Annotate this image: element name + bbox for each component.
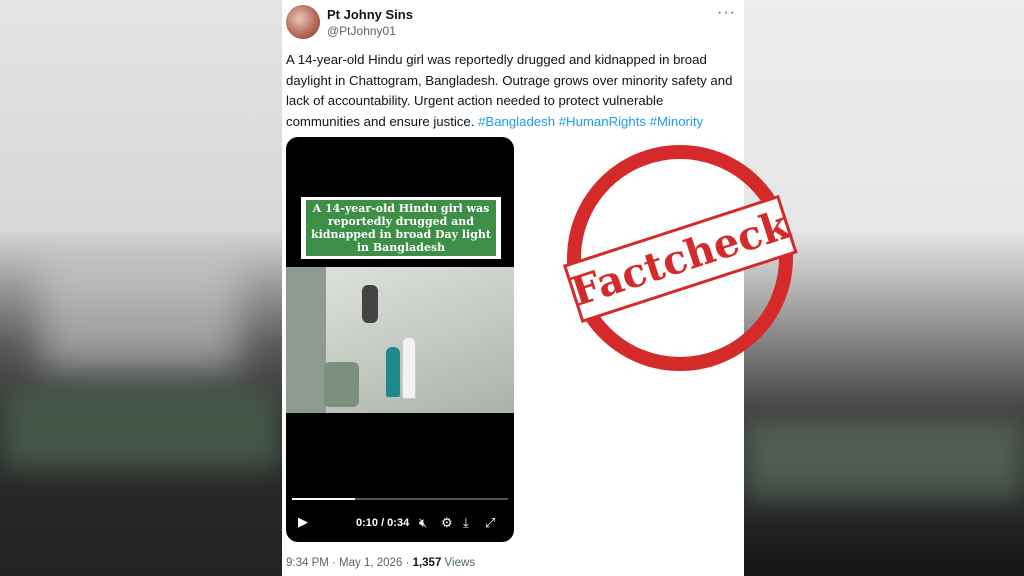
mute-icon[interactable]: 🔇︎ — [419, 515, 427, 531]
hashtags[interactable]: #Bangladesh #HumanRights #Minority — [478, 114, 703, 129]
settings-icon[interactable]: ⚙ — [441, 515, 453, 531]
motorbike — [362, 285, 378, 323]
video-time: 0:10 / 0:34 — [356, 517, 410, 529]
video-frame — [286, 267, 514, 413]
view-count: 1,357 — [412, 557, 442, 569]
author-name[interactable]: Pt Johny Sins — [327, 7, 413, 22]
video-progress-bar[interactable] — [292, 498, 508, 500]
views-label: Views — [444, 557, 476, 569]
fullscreen-icon[interactable]: ⤢ — [485, 515, 495, 531]
tweet-text: A 14-year-old Hindu girl was reportedly … — [286, 50, 738, 132]
tweet-meta: 9:34 PM · May 1, 2026 · 1,357 Views — [286, 557, 475, 569]
person-figure — [386, 347, 400, 397]
play-icon[interactable]: ▶ — [298, 514, 308, 530]
video-progress-fill — [292, 498, 355, 500]
person-figure — [402, 337, 416, 399]
video-player[interactable]: A 14-year-old Hindu girl was reportedly … — [286, 137, 514, 542]
video-caption-box: A 14-year-old Hindu girl was reportedly … — [301, 197, 501, 259]
factcheck-stamp: Factcheck — [562, 145, 798, 371]
author-handle[interactable]: @PtJohny01 — [327, 24, 396, 38]
minimize-icon[interactable]: ⤓ — [463, 515, 469, 531]
avatar[interactable] — [286, 5, 320, 39]
video-controls: ▶ 0:10 / 0:34 🔇︎ ⚙ ⤓ ⤢ — [286, 512, 514, 536]
more-options-icon[interactable]: ··· — [717, 4, 736, 22]
background-left-blur — [0, 0, 282, 576]
video-caption: A 14-year-old Hindu girl was reportedly … — [306, 200, 496, 256]
tweet-timestamp[interactable]: 9:34 PM · May 1, 2026 · — [286, 557, 413, 569]
